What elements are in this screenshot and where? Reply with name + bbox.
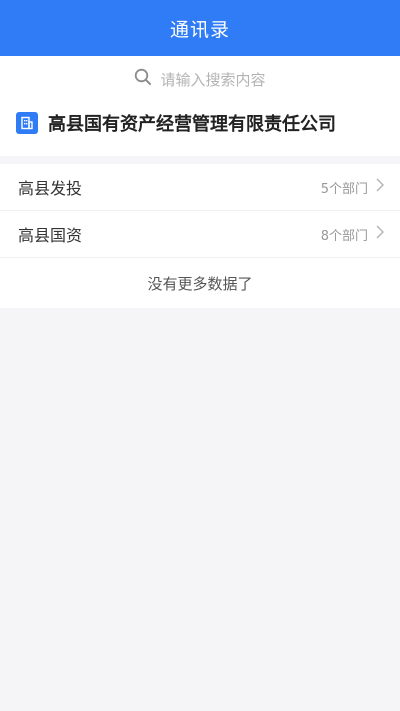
chevron-right-icon bbox=[368, 225, 385, 243]
org-header: 高县国有资产经营管理有限责任公司 bbox=[0, 102, 400, 156]
org-name: 高县国有资产经营管理有限责任公司 bbox=[48, 114, 336, 135]
department-list: 高县发投 5个部门 高县国资 8个部门 没有更多数据了 bbox=[0, 164, 400, 308]
list-item-label: 高县发投 bbox=[18, 179, 83, 198]
chevron-right-icon bbox=[368, 178, 385, 196]
list-item[interactable]: 高县国资 8个部门 bbox=[0, 211, 400, 258]
list-item-meta: 5个部门 bbox=[320, 178, 385, 197]
search-icon bbox=[134, 68, 160, 90]
end-of-list-text: 没有更多数据了 bbox=[0, 258, 400, 308]
top-section: 请输入搜索内容 高县国有资产经营管理有限责任公司 bbox=[0, 56, 400, 156]
building-icon bbox=[16, 112, 38, 134]
department-count: 8个部门 bbox=[320, 228, 368, 244]
page-title: 通讯录 bbox=[169, 18, 230, 41]
search-bar[interactable]: 请输入搜索内容 bbox=[0, 56, 400, 102]
section-divider bbox=[0, 156, 400, 164]
list-item-meta: 8个部门 bbox=[320, 225, 385, 244]
list-item-label: 高县国资 bbox=[18, 226, 83, 245]
list-item[interactable]: 高县发投 5个部门 bbox=[0, 164, 400, 211]
search-input[interactable]: 请输入搜索内容 bbox=[160, 69, 265, 90]
app-header: 通讯录 bbox=[0, 0, 400, 56]
department-count: 5个部门 bbox=[320, 181, 368, 197]
no-more-data-label: 没有更多数据了 bbox=[147, 274, 253, 293]
